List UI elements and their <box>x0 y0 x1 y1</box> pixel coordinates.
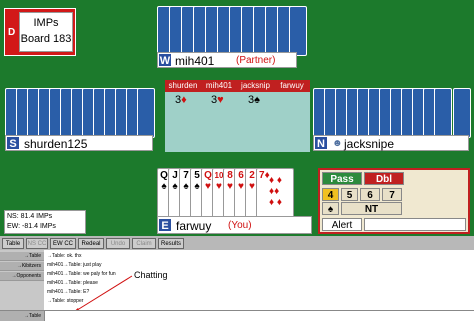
tab-ns-cc[interactable]: NS CC <box>26 238 48 249</box>
south-nameplate: E farwuy (You) <box>157 216 312 234</box>
bid-box: Pass Dbl 4 5 6 7 ♠ NT Alert <box>318 168 470 234</box>
card-rank: Q <box>204 170 212 181</box>
player-role: (Partner) <box>236 55 276 66</box>
board-number: Board 183 <box>20 33 72 45</box>
ns-score: NS: 81.4 IMPs <box>7 213 53 220</box>
bidding-header-south: farwuy <box>280 81 304 90</box>
input-channel-label: →Table <box>0 311 44 321</box>
north-hand <box>157 6 317 56</box>
channel-opponents[interactable]: →Opponents <box>0 272 44 281</box>
spade-suit-button[interactable]: ♠ <box>322 202 339 215</box>
tab-ew-cc[interactable]: EW CC <box>50 238 76 249</box>
bidding-header-north: mih401 <box>205 81 233 90</box>
bid-entry: 3♥ <box>211 94 224 106</box>
tab-results[interactable]: Results <box>158 238 184 249</box>
bidding-panel: shurden mih401 jacksnip farwuy 3♦ 3♥ 3♠ <box>165 80 310 152</box>
chat-input-row: →Table <box>0 310 474 321</box>
board-info: D IMPs Board 183 <box>4 8 76 56</box>
north-nameplate: W mih401 (Partner) <box>157 52 297 68</box>
card-back <box>289 6 307 56</box>
channel-kibitzers[interactable]: →Kibitzers <box>0 262 44 271</box>
west-nameplate: S shurden125 <box>5 135 153 151</box>
player-name: farwuy <box>176 219 212 233</box>
chat-message: mih401→Table: just play <box>47 262 102 268</box>
seat-letter: N <box>314 136 328 150</box>
seat-letter: W <box>158 53 172 67</box>
tab-undo[interactable]: Undo <box>106 238 130 249</box>
level-4-button[interactable]: 4 <box>322 188 339 201</box>
card-rank: 7 <box>183 170 189 181</box>
pass-button[interactable]: Pass <box>322 172 362 185</box>
level-5-button[interactable]: 5 <box>341 188 358 201</box>
east-nameplate: N ☻ jacksnipe <box>313 135 469 151</box>
double-button[interactable]: Dbl <box>364 172 404 185</box>
bidding-header-west: shurden <box>168 81 198 90</box>
alert-explanation-input[interactable] <box>364 218 466 231</box>
tab-table[interactable]: Table <box>2 238 24 249</box>
seat-letter: S <box>6 136 20 150</box>
west-hand <box>5 88 155 138</box>
heart-icon: ♥ <box>217 94 224 106</box>
diamond-pips: ♦ ♦ ♦♦ ♦ ♦ <box>269 175 282 208</box>
tab-redeal[interactable]: Redeal <box>78 238 104 249</box>
robot-icon: ☻ <box>332 138 343 149</box>
card-rank: 2 <box>249 170 255 181</box>
card-back <box>137 88 155 138</box>
notrump-button[interactable]: NT <box>341 202 402 215</box>
card-rank: 6 <box>238 170 244 181</box>
player-name: mih401 <box>175 54 215 68</box>
level-7-button[interactable]: 7 <box>382 188 402 201</box>
bid-entry: 3♠ <box>248 94 260 106</box>
scoring-mode: IMPs <box>33 17 59 29</box>
chat-input[interactable] <box>44 311 474 321</box>
east-hand <box>313 88 473 138</box>
channel-table[interactable]: →Table <box>0 252 44 261</box>
spade-icon: ♠ <box>254 94 260 106</box>
tab-bar: Table NS CC EW CC Redeal Undo Claim Resu… <box>0 236 474 250</box>
card-back <box>434 88 452 138</box>
card[interactable]: 7♦ ♦ ♦ ♦♦ ♦ ♦ <box>256 168 294 220</box>
bid-entry: 3♦ <box>175 94 187 106</box>
dealer-badge: D <box>8 27 16 38</box>
bidding-header-east: jacksnip <box>241 81 270 90</box>
ew-score: EW: -81.4 IMPs <box>7 223 56 230</box>
diamond-icon: ♦ <box>181 94 187 106</box>
card-rank: Q <box>160 170 168 181</box>
chat-message: →Table: ok. thx <box>47 253 82 259</box>
player-name: jacksnipe <box>344 137 395 151</box>
card-rank: J <box>172 170 178 181</box>
alert-button[interactable]: Alert <box>322 218 362 231</box>
seat-letter: E <box>158 218 172 232</box>
player-role: (You) <box>228 220 252 231</box>
tab-claim[interactable]: Claim <box>132 238 156 249</box>
card-rank: 8 <box>227 170 233 181</box>
card-rank: 5 <box>194 170 200 181</box>
score-panel: NS: 81.4 IMPs EW: -81.4 IMPs <box>4 210 86 234</box>
level-6-button[interactable]: 6 <box>360 188 380 201</box>
card-back <box>453 88 471 138</box>
player-name: shurden125 <box>24 137 88 151</box>
